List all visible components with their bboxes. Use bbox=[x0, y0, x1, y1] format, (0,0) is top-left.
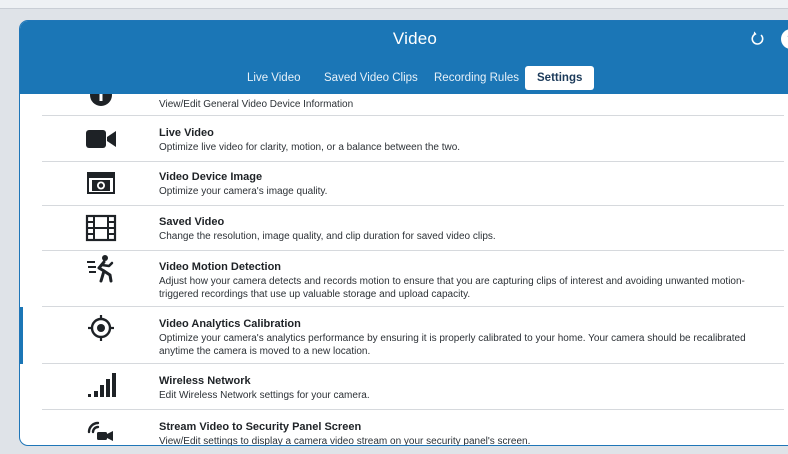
setting-description: Change the resolution, image quality, an… bbox=[159, 231, 496, 242]
refresh-icon[interactable] bbox=[747, 28, 769, 50]
setting-title: Video Motion Detection bbox=[159, 261, 282, 273]
setting-row-video-motion-detection[interactable]: Video Motion Detection Adjust how your c… bbox=[42, 251, 784, 307]
setting-row-stream-video[interactable]: Stream Video to Security Panel Screen Vi… bbox=[42, 410, 784, 446]
setting-description: Optimize your camera's analytics perform… bbox=[159, 333, 746, 357]
tab-settings[interactable]: Settings bbox=[525, 66, 595, 90]
motion-icon bbox=[84, 254, 118, 284]
setting-row-video-device-image[interactable]: Video Device Image Optimize your camera'… bbox=[42, 162, 784, 206]
setting-description: Optimize your camera's image quality. bbox=[159, 186, 328, 197]
camera-icon bbox=[84, 168, 118, 198]
setting-row-saved-video[interactable]: Saved Video Change the resolution, image… bbox=[42, 206, 784, 251]
setting-row-live-video[interactable]: Live Video Optimize live video for clari… bbox=[42, 116, 784, 162]
setting-row-video-analytics-calibration[interactable]: Video Analytics Calibration Optimize you… bbox=[42, 307, 784, 364]
signal-bars-icon bbox=[84, 370, 118, 400]
selection-accent-bar bbox=[20, 307, 23, 364]
setting-title: Video Device Image bbox=[159, 171, 263, 183]
info-icon bbox=[84, 94, 118, 110]
setting-title: Live Video bbox=[159, 127, 214, 139]
tab-recording-rules[interactable]: Recording Rules bbox=[434, 66, 519, 90]
film-icon bbox=[84, 213, 118, 243]
setting-title: Stream Video to Security Panel Screen bbox=[159, 421, 362, 433]
top-strip bbox=[0, 0, 788, 9]
setting-description: Adjust how your camera detects and recor… bbox=[159, 276, 745, 300]
setting-description: Edit Wireless Network settings for your … bbox=[159, 390, 370, 401]
video-camera-icon bbox=[84, 124, 118, 154]
stream-icon bbox=[84, 416, 118, 445]
setting-description: Optimize live video for clarity, motion,… bbox=[159, 142, 461, 153]
setting-row-wireless-network[interactable]: Wireless Network Edit Wireless Network s… bbox=[42, 364, 784, 410]
page-title: Video bbox=[392, 29, 438, 48]
setting-row-general[interactable]: View/Edit General Video Device Informati… bbox=[42, 94, 784, 116]
header-bar: Video ? Live Video Saved Video Clips Rec… bbox=[20, 21, 788, 94]
tab-bar: Live Video Saved Video Clips Recording R… bbox=[20, 66, 788, 90]
tab-live-video[interactable]: Live Video bbox=[247, 66, 301, 90]
setting-title: Video Analytics Calibration bbox=[159, 318, 301, 330]
target-icon bbox=[84, 313, 118, 343]
tab-saved-video-clips[interactable]: Saved Video Clips bbox=[324, 66, 418, 90]
setting-description: View/Edit General Video Device Informati… bbox=[159, 99, 354, 110]
video-panel: Video ? Live Video Saved Video Clips Rec… bbox=[19, 20, 788, 446]
setting-title: Saved Video bbox=[159, 216, 225, 228]
settings-list: View/Edit General Video Device Informati… bbox=[20, 94, 788, 446]
setting-title: Wireless Network bbox=[159, 375, 251, 387]
setting-description: View/Edit settings to display a camera v… bbox=[159, 436, 531, 446]
